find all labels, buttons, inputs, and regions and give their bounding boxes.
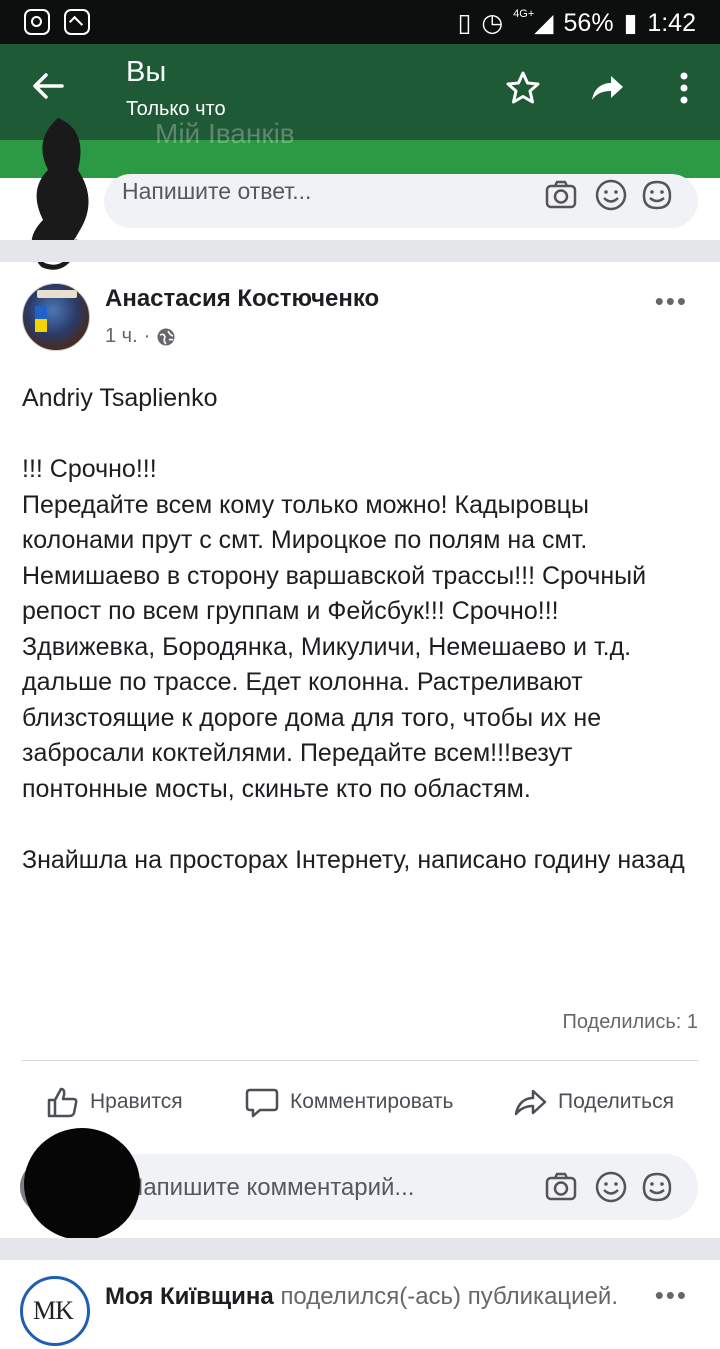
back-arrow-icon[interactable] xyxy=(28,66,68,106)
reply-placeholder: Напишите ответ... xyxy=(122,178,312,204)
vibrate-icon: ▯ xyxy=(457,9,472,37)
post-meta: 1 ч. · xyxy=(105,325,176,348)
header-subtitle: Только что xyxy=(126,98,226,120)
share-icon xyxy=(514,1089,547,1116)
next-post-header: Моя Київщина поделился(-ась) публикацией… xyxy=(105,1280,645,1314)
post-text-line: Передайте всем кому только можно! Кадыро… xyxy=(22,490,647,626)
post-text-line: Здвижевка, Бородянка, Микуличи, Немешаев… xyxy=(22,632,632,803)
scribble-redaction xyxy=(24,1128,140,1240)
post-time[interactable]: 1 ч. xyxy=(105,325,138,348)
author-avatar[interactable] xyxy=(22,283,90,351)
gallery-icon xyxy=(64,9,90,35)
status-bar: ▯ ◷ 4G+◢ 56% ▮ 1:42 xyxy=(0,0,720,44)
camera-icon[interactable] xyxy=(544,178,578,212)
section-separator xyxy=(0,1238,720,1260)
comment-placeholder: Напишите комментарий... xyxy=(126,1174,415,1201)
comment-input[interactable]: Напишите комментарий... xyxy=(104,1154,698,1220)
page-avatar[interactable]: MK xyxy=(20,1276,90,1346)
sticker-icon[interactable] xyxy=(640,1170,674,1204)
header-title: Вы xyxy=(126,56,167,88)
ghost-page-title: Мій Іванків xyxy=(155,118,295,149)
shares-count[interactable]: Поделились: 1 xyxy=(562,1011,698,1034)
page-logo-text: MK xyxy=(33,1296,74,1325)
post-body: Andriy Tsaplienko !!! Срочно!!! Передайт… xyxy=(22,381,702,878)
next-post-author[interactable]: Моя Київщина xyxy=(105,1283,274,1310)
next-post-action: поделился(-ась) публикацией. xyxy=(280,1283,619,1310)
emoji-icon[interactable] xyxy=(594,1170,628,1204)
clock: 1:42 xyxy=(647,8,696,37)
like-button[interactable]: Нравится xyxy=(44,1080,183,1124)
battery-icon: ▮ xyxy=(623,9,638,37)
star-icon[interactable] xyxy=(503,68,543,108)
meta-separator: · xyxy=(143,325,151,347)
emoji-icon[interactable] xyxy=(594,178,628,212)
instagram-icon xyxy=(24,9,50,35)
post-author[interactable]: Анастасия Костюченко xyxy=(105,285,379,313)
story-header: Мій Іванків Вы Только что xyxy=(0,44,720,178)
post-text-line: Andriy Tsaplienko xyxy=(22,384,218,412)
alarm-icon: ◷ xyxy=(481,9,504,37)
avatar-caption-strip xyxy=(37,290,77,298)
share-arrow-icon[interactable] xyxy=(586,68,626,108)
comment-button[interactable]: Комментировать xyxy=(244,1080,453,1124)
comment-label: Комментировать xyxy=(290,1090,454,1113)
post-actions: Нравится Комментировать Поделиться xyxy=(0,1080,720,1124)
comment-bubble-icon xyxy=(245,1088,279,1118)
post-text-line: !!! Срочно!!! xyxy=(22,455,157,483)
globe-icon xyxy=(157,328,175,345)
like-label: Нравится xyxy=(90,1090,183,1113)
section-separator xyxy=(0,240,720,262)
next-post-more-icon[interactable]: ••• xyxy=(655,1280,688,1311)
actions-divider xyxy=(22,1060,698,1061)
signal-icon: 4G+◢ xyxy=(513,8,554,37)
reply-input[interactable]: Напишите ответ... xyxy=(104,174,698,228)
share-button[interactable]: Поделиться xyxy=(512,1080,674,1124)
camera-icon[interactable] xyxy=(544,1170,578,1204)
sticker-icon[interactable] xyxy=(640,178,674,212)
battery-percent: 56% xyxy=(563,8,614,37)
thumbs-up-icon xyxy=(47,1087,78,1118)
more-vertical-icon[interactable] xyxy=(664,68,704,108)
page-header-band xyxy=(0,140,720,178)
share-label: Поделиться xyxy=(558,1090,674,1113)
post-text-line: Знайшла на просторах Інтернету, написано… xyxy=(22,845,685,874)
reply-row: Напишите ответ... xyxy=(0,174,720,238)
flag-icon xyxy=(35,306,47,332)
post-more-icon[interactable]: ••• xyxy=(655,286,688,317)
